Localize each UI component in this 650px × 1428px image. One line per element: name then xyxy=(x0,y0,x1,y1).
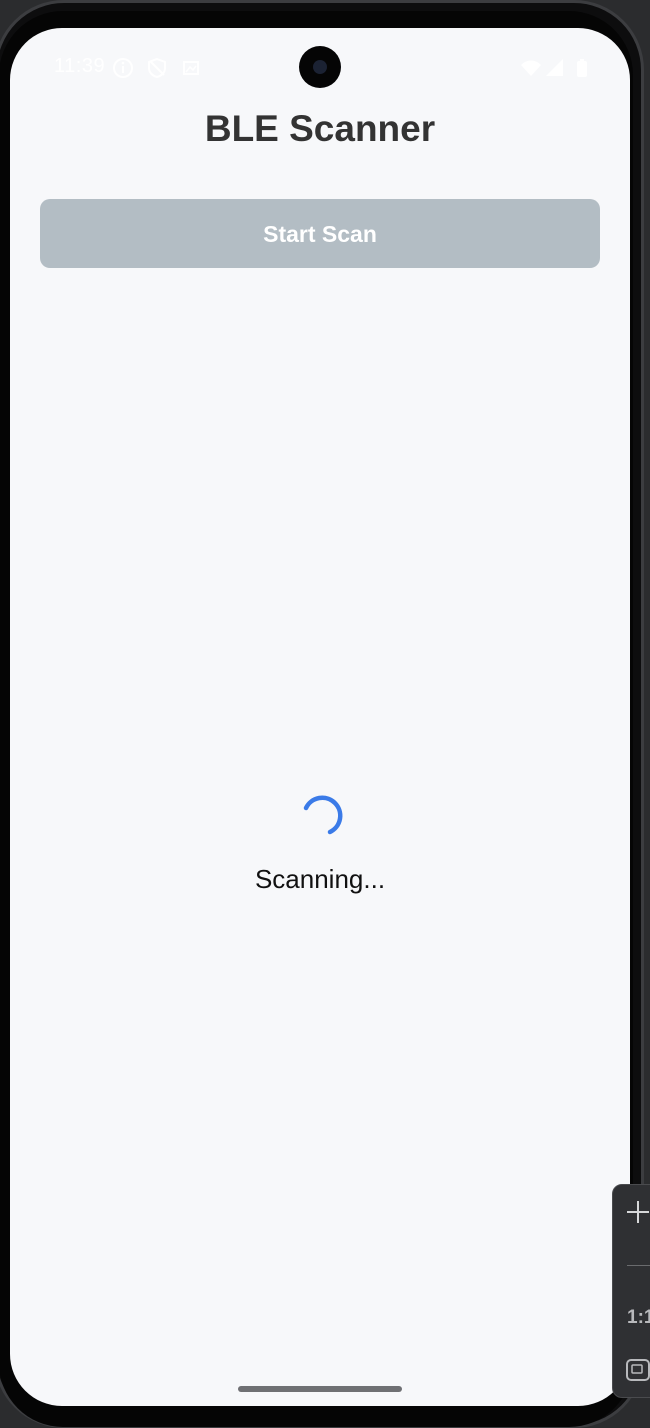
info-icon xyxy=(113,58,133,78)
phone-screen: 11:39 BLE Scanner Start Scan Scanning... xyxy=(10,28,630,1406)
page-title: BLE Scanner xyxy=(204,108,436,149)
emulator-toolbar: 1:1 xyxy=(612,1184,650,1398)
shield-icon xyxy=(148,57,166,79)
status-bar: 11:39 xyxy=(10,28,630,108)
start-scan-button[interactable]: Start Scan xyxy=(40,199,600,268)
wifi-icon xyxy=(521,60,541,76)
toolbar-divider xyxy=(627,1265,650,1266)
image-icon xyxy=(183,61,199,75)
loading-spinner-icon xyxy=(303,795,343,835)
battery-icon xyxy=(577,59,587,77)
signal-icon xyxy=(546,59,563,76)
actual-size-button[interactable]: 1:1 xyxy=(627,1307,650,1329)
scan-status-text: Scanning... xyxy=(254,864,386,894)
home-indicator[interactable] xyxy=(238,1386,402,1392)
front-camera xyxy=(299,46,341,88)
plus-icon[interactable] xyxy=(625,1199,650,1225)
status-time: 11:39 xyxy=(54,55,106,77)
fit-screen-icon[interactable] xyxy=(625,1357,650,1383)
